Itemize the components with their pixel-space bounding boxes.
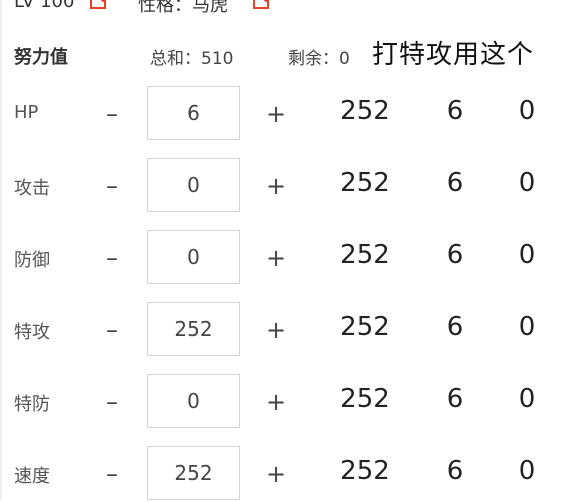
stat-zero-value: 0 bbox=[518, 240, 536, 270]
ev-input[interactable]: 0 bbox=[147, 158, 240, 212]
edit-level-icon[interactable] bbox=[90, 0, 106, 9]
handwritten-annotation: 打特攻用这个 bbox=[372, 40, 535, 70]
stat-name: 速度 bbox=[14, 466, 50, 487]
stat-mid-value: 6 bbox=[446, 240, 464, 270]
decrease-button[interactable]: – bbox=[98, 92, 126, 136]
ev-input[interactable]: 0 bbox=[147, 230, 240, 284]
stat-max-value: 252 bbox=[340, 456, 390, 486]
top-info-bar: LV 100 性格：马虎 bbox=[0, 0, 577, 24]
stat-mid-value: 6 bbox=[446, 168, 464, 198]
stat-row-sp-attack: 特攻 – 252 + 252 6 0 bbox=[0, 302, 577, 358]
ev-input[interactable]: 6 bbox=[147, 86, 240, 140]
nature-label: 性格：马虎 bbox=[138, 0, 228, 16]
increase-button[interactable]: + bbox=[262, 164, 290, 208]
stat-zero-value: 0 bbox=[518, 312, 536, 342]
stat-max-value: 252 bbox=[340, 384, 390, 414]
stat-mid-value: 6 bbox=[446, 96, 464, 126]
stat-row-speed: 速度 – 252 + 252 6 0 bbox=[0, 446, 577, 502]
ev-header: 努力值 总和：510 剩余：0 打特攻用这个 bbox=[0, 34, 577, 74]
increase-button[interactable]: + bbox=[262, 308, 290, 352]
stat-zero-value: 0 bbox=[518, 168, 536, 198]
decrease-button[interactable]: – bbox=[98, 380, 126, 424]
stat-zero-value: 0 bbox=[518, 456, 536, 486]
stat-max-value: 252 bbox=[340, 240, 390, 270]
ev-input[interactable]: 252 bbox=[147, 446, 240, 500]
level-label: LV 100 bbox=[14, 0, 75, 12]
stat-name: 特攻 bbox=[14, 322, 50, 343]
edit-nature-icon[interactable] bbox=[253, 0, 269, 9]
stat-zero-value: 0 bbox=[518, 384, 536, 414]
ev-input[interactable]: 0 bbox=[147, 374, 240, 428]
stat-name: 特防 bbox=[14, 394, 50, 415]
stat-row-sp-defense: 特防 – 0 + 252 6 0 bbox=[0, 374, 577, 430]
stat-name: HP bbox=[14, 102, 39, 123]
stat-name: 攻击 bbox=[14, 178, 50, 199]
stat-mid-value: 6 bbox=[446, 312, 464, 342]
decrease-button[interactable]: – bbox=[98, 452, 126, 496]
stat-name: 防御 bbox=[14, 250, 50, 271]
stat-row-hp: HP – 6 + 252 6 0 bbox=[0, 86, 577, 142]
decrease-button[interactable]: – bbox=[98, 308, 126, 352]
decrease-button[interactable]: – bbox=[98, 236, 126, 280]
ev-total: 总和：510 bbox=[150, 49, 234, 69]
stat-max-value: 252 bbox=[340, 312, 390, 342]
stat-max-value: 252 bbox=[340, 168, 390, 198]
stat-max-value: 252 bbox=[340, 96, 390, 126]
ev-remaining: 剩余：0 bbox=[288, 49, 350, 69]
increase-button[interactable]: + bbox=[262, 380, 290, 424]
increase-button[interactable]: + bbox=[262, 92, 290, 136]
decrease-button[interactable]: – bbox=[98, 164, 126, 208]
stat-mid-value: 6 bbox=[446, 384, 464, 414]
ev-title: 努力值 bbox=[14, 47, 68, 68]
ev-input[interactable]: 252 bbox=[147, 302, 240, 356]
stat-row-attack: 攻击 – 0 + 252 6 0 bbox=[0, 158, 577, 214]
stat-row-defense: 防御 – 0 + 252 6 0 bbox=[0, 230, 577, 286]
increase-button[interactable]: + bbox=[262, 452, 290, 496]
increase-button[interactable]: + bbox=[262, 236, 290, 280]
stat-zero-value: 0 bbox=[518, 96, 536, 126]
stat-mid-value: 6 bbox=[446, 456, 464, 486]
